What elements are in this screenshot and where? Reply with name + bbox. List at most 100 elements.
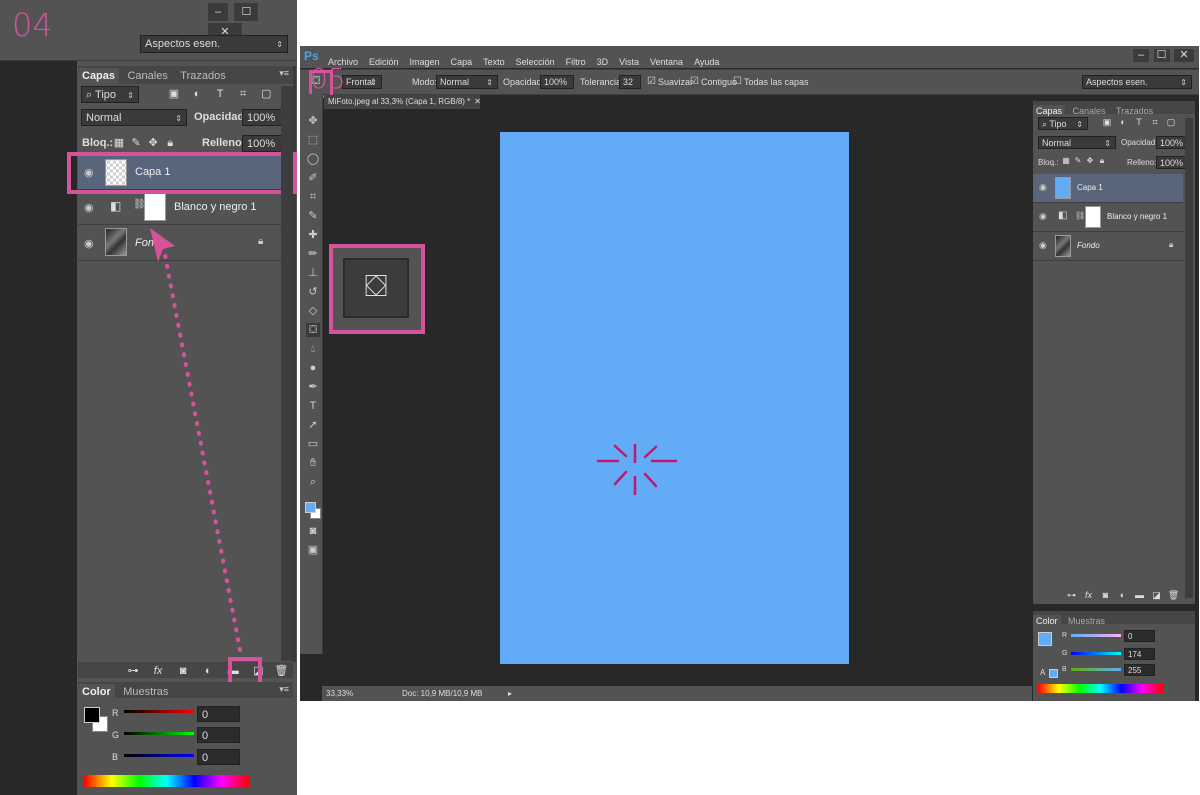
menu-filtro[interactable]: Filtro — [566, 57, 586, 67]
zoom-level[interactable]: 33,33% — [326, 686, 353, 701]
tab-muestras[interactable]: Muestras — [1065, 615, 1108, 627]
layer-name[interactable]: Blanco y negro 1 — [1107, 212, 1167, 221]
new-layer-icon[interactable]: ◪ — [1148, 590, 1165, 601]
color-spectrum[interactable] — [1038, 684, 1163, 693]
lasso-tool-icon[interactable]: ◯ — [306, 152, 320, 166]
filter-smart-icon[interactable]: ▢ — [1163, 117, 1179, 128]
tolerance-field[interactable]: 32 — [619, 75, 641, 89]
filter-type-icon[interactable]: T — [1131, 117, 1147, 127]
move-tool-icon[interactable]: ✥ — [306, 114, 320, 128]
status-arrow-icon[interactable]: ▸ — [508, 686, 512, 701]
group-folder-icon[interactable]: ▬ — [1131, 590, 1148, 600]
right-filter-kind-select[interactable]: ⌕ Tipo ⇕ — [1038, 117, 1088, 130]
eraser-tool-icon[interactable]: ◇ — [306, 304, 320, 318]
history-brush-tool-icon[interactable]: ↺ — [306, 285, 320, 299]
marquee-tool-icon[interactable]: ⬚ — [306, 133, 320, 147]
menu-texto[interactable]: Texto — [483, 57, 505, 67]
visibility-eye-icon[interactable]: ◉ — [1039, 211, 1047, 222]
stamp-tool-icon[interactable]: ⊥ — [306, 266, 320, 280]
opacity-field[interactable]: 100% — [540, 75, 574, 89]
right-layer-row-fondo[interactable]: ◉ Fondo 🔒︎ — [1033, 232, 1183, 261]
paint-bucket-tool-icon[interactable]: ⛋ — [306, 323, 320, 337]
channel-r-label: R — [1062, 632, 1068, 639]
contiguous-checkbox[interactable]: ☑ — [690, 76, 699, 87]
menu-imagen[interactable]: Imagen — [410, 57, 440, 67]
filter-adjust-icon[interactable]: ◐ — [1115, 117, 1131, 127]
tab-color[interactable]: Color — [1033, 615, 1061, 627]
visibility-eye-icon[interactable]: ◉ — [1039, 182, 1047, 193]
right-lock-label: Bloq.: — [1038, 158, 1059, 167]
menu-ayuda[interactable]: Ayuda — [694, 57, 719, 67]
fx-icon[interactable]: fx — [1080, 590, 1097, 600]
document-tab[interactable]: MiFoto.jpeg al 33,3% (Capa 1, RGB/8) * ✕ — [324, 95, 480, 109]
channel-g-slider[interactable] — [1071, 652, 1121, 655]
tab-capas[interactable]: Capas — [1033, 105, 1066, 117]
menu-3d[interactable]: 3D — [597, 57, 609, 67]
channel-b-label: B — [1062, 666, 1067, 673]
layer-name[interactable]: Capa 1 — [1077, 183, 1103, 192]
close-tab-icon[interactable]: ✕ — [474, 97, 480, 106]
eyedropper-tool-icon[interactable]: ✎ — [306, 209, 320, 223]
channel-r-slider[interactable] — [1071, 634, 1121, 637]
fill-source-select[interactable]: Frontal ⇕ — [342, 75, 382, 89]
lock-move-icon[interactable]: ✥ — [1084, 156, 1096, 165]
quick-select-tool-icon[interactable]: ✐ — [306, 171, 320, 185]
path-select-tool-icon[interactable]: ➚ — [306, 418, 320, 432]
shape-tool-icon[interactable]: ▭ — [306, 437, 320, 451]
menu-edicion[interactable]: Edición — [369, 57, 399, 67]
channel-b-value[interactable]: 255 — [1124, 664, 1155, 676]
document-canvas[interactable] — [500, 132, 849, 664]
hand-tool-icon[interactable]: ✋︎ — [306, 456, 320, 470]
chevron-down-icon: ⇕ — [1180, 78, 1187, 87]
mode-select[interactable]: Normal ⇕ — [436, 75, 498, 89]
adjustment-layer-icon[interactable]: ◐ — [1114, 590, 1131, 600]
smooth-checkbox[interactable]: ☑ — [647, 76, 656, 87]
lock-transparent-icon[interactable]: ▦ — [1060, 156, 1072, 165]
brush-tool-icon[interactable]: ✏ — [306, 247, 320, 261]
menu-vista[interactable]: Vista — [619, 57, 639, 67]
menu-seleccion[interactable]: Selección — [516, 57, 555, 67]
right-layer-row-capa1[interactable]: ◉ Capa 1 — [1033, 174, 1183, 203]
channel-r-value[interactable]: 0 — [1124, 630, 1155, 642]
type-tool-icon[interactable]: T — [306, 399, 320, 413]
dodge-tool-icon[interactable]: ● — [306, 361, 320, 375]
add-mask-icon[interactable]: ◙ — [1097, 590, 1114, 600]
layer-name[interactable]: Fondo — [1077, 241, 1100, 250]
menu-ventana[interactable]: Ventana — [650, 57, 683, 67]
right-fill-label: Relleno: — [1127, 158, 1157, 167]
zoomed-bucket-callout: ⛋ — [329, 244, 425, 334]
menu-capa[interactable]: Capa — [451, 57, 473, 67]
ps-window-controls: – ☐ ✕ — [1132, 48, 1196, 63]
foreground-color-swatch[interactable] — [305, 502, 316, 513]
blur-tool-icon[interactable]: 💧︎ — [306, 342, 320, 356]
healing-tool-icon[interactable]: ✚ — [306, 228, 320, 242]
right-blend-mode-select[interactable]: Normal ⇕ — [1038, 136, 1116, 149]
filter-pixel-icon[interactable]: ▣ — [1099, 117, 1115, 128]
right-layer-row-blanco-negro[interactable]: ◉ ◧ ⛓ Blanco y negro 1 — [1033, 203, 1183, 232]
zoom-tool-icon[interactable]: ⌕ — [306, 475, 320, 489]
visibility-eye-icon[interactable]: ◉ — [1039, 240, 1047, 251]
lock-all-icon[interactable]: 🔒︎ — [1096, 156, 1108, 166]
filter-shape-icon[interactable]: ⌗ — [1147, 117, 1163, 128]
lock-icon: 🔒︎ — [1169, 240, 1174, 249]
maximize-button[interactable]: ☐ — [1152, 48, 1171, 63]
channel-b-slider[interactable] — [1071, 668, 1121, 671]
minimize-button[interactable]: – — [1132, 48, 1150, 63]
link-layers-icon[interactable]: ⊶ — [1063, 590, 1080, 601]
crop-tool-icon[interactable]: ⌗ — [306, 190, 320, 204]
lock-paint-icon[interactable]: ✎ — [1072, 156, 1084, 165]
workspace-select[interactable]: Aspectos esen. ⇕ — [1082, 75, 1192, 89]
right-scrollbar[interactable] — [1185, 118, 1193, 598]
foreground-swatch[interactable] — [1038, 632, 1052, 646]
screen-mode-icon[interactable]: ▣ — [306, 543, 320, 557]
close-button[interactable]: ✕ — [1173, 48, 1196, 63]
trash-icon[interactable]: 🗑︎ — [1165, 590, 1182, 601]
pen-tool-icon[interactable]: ✒ — [306, 380, 320, 394]
status-bar: 33,33% Doc: 10,9 MB/10,9 MB ▸ — [322, 686, 1032, 701]
web-safe-swatch[interactable] — [1049, 669, 1058, 678]
all-layers-checkbox[interactable]: ☐ — [733, 76, 742, 87]
tab-trazados[interactable]: Trazados — [1113, 105, 1156, 117]
tab-canales[interactable]: Canales — [1069, 105, 1108, 117]
channel-g-value[interactable]: 174 — [1124, 648, 1155, 660]
quick-mask-icon[interactable]: ◙ — [306, 524, 320, 538]
